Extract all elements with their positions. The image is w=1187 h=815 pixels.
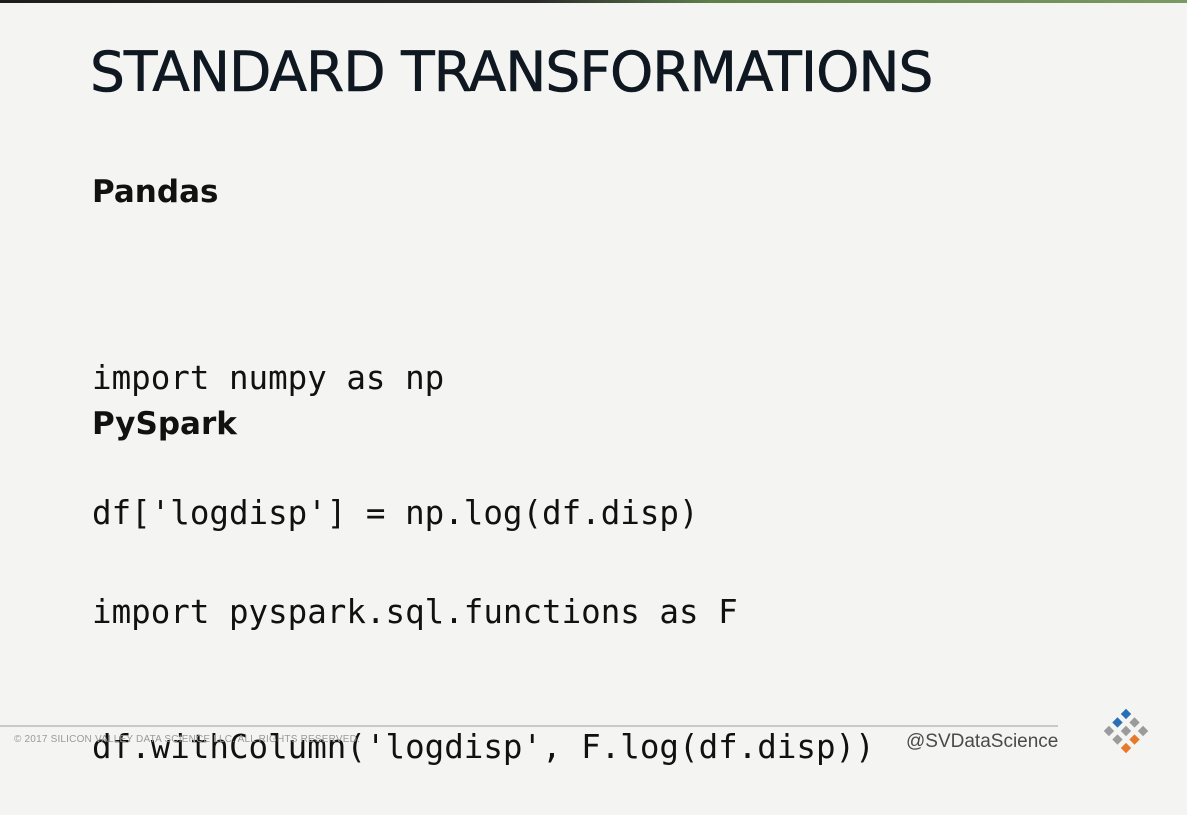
section-heading-pyspark: PySpark [92,406,237,442]
footer-divider [0,725,1058,727]
twitter-handle: @SVDataScience [906,731,1059,752]
svds-diamond-logo-icon [1103,708,1149,754]
slide-title: STANDARD TRANSFORMATIONS [90,40,934,105]
code-block-pyspark: import pyspark.sql.functions as F df.wit… [92,500,875,815]
code-line: df.withColumn('logdisp', F.log(df.disp)) [92,728,875,766]
section-heading-pandas: Pandas [92,174,219,210]
copyright-notice: © 2017 SILICON VALLEY DATA SCIENCE LLC. … [14,734,360,745]
top-accent-bar [0,0,1187,3]
code-line: import pyspark.sql.functions as F [92,593,738,631]
code-line: import numpy as np [92,359,445,397]
